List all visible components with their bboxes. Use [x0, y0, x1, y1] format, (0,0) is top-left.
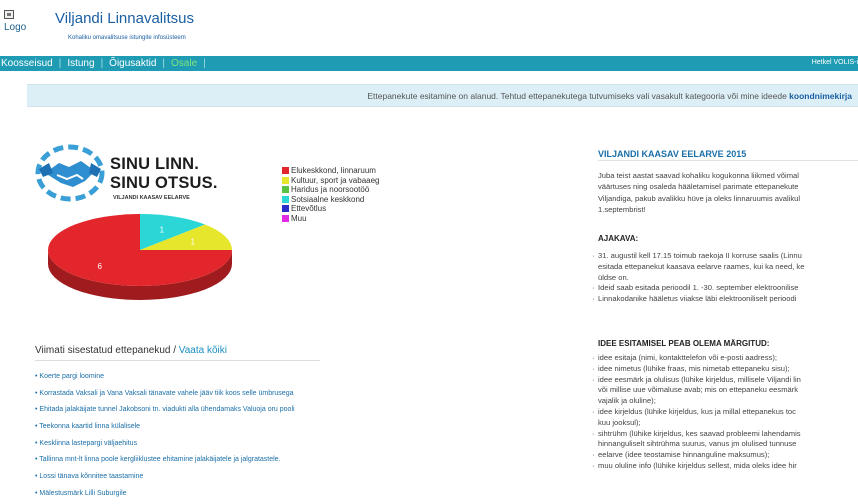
pie-slice-label: 1	[160, 225, 165, 234]
nav-menu: Koosseisud | Istung | Õigusaktid | Osale |	[0, 57, 211, 70]
legend-label: Haridus ja noorsootöö	[291, 185, 370, 194]
legend-item: Elukeskkond, linnaruum	[282, 166, 380, 176]
requirements-item: muu oluline info (lühike kirjeldus selle…	[591, 461, 858, 472]
idea-link[interactable]: Kesklinna lastepargi väljaehitus	[39, 440, 137, 447]
legend-item: Kultuur, sport ja vabaaeg	[282, 176, 380, 186]
schedule-list: 31. augustil kell 17.15 toimub raekoja I…	[591, 251, 858, 305]
schedule-title: AJAKAVA:	[598, 234, 639, 243]
slogan-line1: SINU LINN.	[110, 155, 200, 173]
nav-item--igusaktid[interactable]: Õigusaktid	[108, 58, 157, 69]
requirements-item: vajalik ja oluline);	[598, 396, 656, 406]
idea-list-item[interactable]: • Kesklinna lastepargi väljaehitus	[35, 439, 355, 456]
nav-item-osale[interactable]: Osale	[170, 58, 198, 69]
requirements-item: sihtrühm (lühike kirjeldus, kes saavad p…	[591, 429, 858, 440]
info-panel: VILJANDI KAASAV EELARVE 2015 Juba teist …	[592, 0, 858, 504]
legend-item: Ettevõtlus	[282, 204, 380, 214]
legend-swatch	[282, 167, 289, 175]
idea-link[interactable]: Mälestusmärk Lilli Suburgile	[39, 490, 126, 497]
latest-title-text: Viimati sisestatud ettepanekud /	[35, 345, 179, 356]
paragraph-line: Viljandiga, pakub avalikku hüve ja oleks…	[598, 193, 801, 203]
chart-legend: Elukeskkond, linnaruum Kultuur, sport ja …	[282, 166, 380, 223]
legend-label: Kultuur, sport ja vabaaeg	[291, 175, 380, 185]
legend-swatch	[282, 205, 289, 213]
requirements-item: idee kirjeldus (lühike kirjeldus, kus ja…	[591, 407, 858, 418]
nav-separator: |	[162, 58, 166, 69]
schedule-item: Ideid saab esitada perioodil 1. -30. sep…	[591, 283, 858, 294]
idea-link[interactable]: Tallinna mnt-lt linna poole kergliiklust…	[39, 456, 280, 463]
schedule-item: Linnakodanike hääletus viiakse läbi elek…	[591, 294, 858, 305]
pie-slice-label: 6	[97, 262, 102, 271]
slogan-subtitle: VILJANDI KAASAV EELARVE	[113, 195, 190, 201]
requirements-item: kuu jooksul);	[598, 417, 641, 427]
requirements-item: eelarve (idee teostamise hinnanguline ma…	[591, 450, 858, 461]
requirements-item: või millise uue võimaluse avab; mis on e…	[598, 385, 799, 395]
budget-title: VILJANDI KAASAV EELARVE 2015	[598, 149, 747, 159]
idea-list-item[interactable]: • Korrastada Vaksali ja Vana Vaksali tän…	[35, 389, 355, 406]
legend-label: Sotsiaalne keskkond	[291, 194, 365, 204]
idea-list-item[interactable]: • Teekonna kaartid linna külalisele	[35, 422, 355, 439]
idea-link[interactable]: Lossi tänava kõnnitee taastamine	[39, 473, 143, 480]
legend-label: Elukeskkond, linnaruum	[291, 166, 376, 175]
divider	[35, 360, 320, 361]
view-all-link[interactable]: Vaata kõiki	[179, 345, 227, 356]
paragraph-line: väärtuses ning osaleda hääletamisel pari…	[598, 182, 799, 192]
requirements-item: hinnanguliselt sihtrühma suurus, vanus j…	[598, 439, 797, 449]
pie-slice-label: 1	[190, 238, 195, 247]
idea-list-item[interactable]: • Mälestusmärk Lilli Suburgile	[35, 489, 355, 504]
requirements-item: idee esitaja (nimi, kontakttelefon või e…	[591, 353, 858, 364]
legend-label: Ettevõtlus	[291, 204, 327, 213]
logo-alt-text: Logo	[4, 22, 27, 33]
requirements-item: idee eesmärk ja olulisus (lühike kirjeld…	[591, 375, 858, 386]
schedule-item: esitada ettepanekut kaasava eelarve raam…	[598, 261, 805, 271]
nav-separator: |	[203, 58, 206, 69]
intro-paragraph: Juba teist aastat saavad kohaliku koguko…	[598, 170, 858, 215]
idea-link[interactable]: Ehitada jalakäijate tunnel Jakobsoni tn.…	[39, 406, 294, 413]
broken-image-icon	[4, 10, 14, 19]
latest-submissions-list: • Koerte pargi loomine • Korrastada Vaksa…	[35, 372, 355, 504]
nav-item-koosseisud[interactable]: Koosseisud	[0, 58, 54, 69]
category-pie-chart: 1 1 6	[30, 205, 250, 315]
requirements-title: IDEE ESITAMISEL PEAB OLEMA MÄRGITUD:	[598, 339, 770, 348]
app-title[interactable]: Viljandi Linnavalitsus	[55, 10, 194, 27]
handshake-icon	[35, 144, 105, 202]
idea-link[interactable]: Teekonna kaartid linna külalisele	[39, 423, 140, 430]
idea-list-item[interactable]: • Ehitada jalakäijate tunnel Jakobsoni t…	[35, 405, 355, 422]
idea-list-item[interactable]: • Koerte pargi loomine	[35, 372, 355, 389]
pie-chart-svg: 1 1 6	[48, 214, 232, 300]
legend-swatch	[282, 195, 289, 203]
legend-label: Muu	[291, 213, 307, 223]
latest-submissions-heading: Viimati sisestatud ettepanekud / Vaata k…	[35, 345, 227, 356]
legend-swatch	[282, 214, 289, 222]
legend-swatch	[282, 176, 289, 184]
nav-item-istung[interactable]: Istung	[66, 58, 95, 69]
logo[interactable]: Logo	[4, 10, 34, 38]
idea-link[interactable]: Koerte pargi loomine	[39, 373, 104, 380]
paragraph-line: 1.septembrist!	[598, 204, 646, 214]
app-subtitle: Kohaliku omavalitsuse istungite infosüst…	[68, 35, 186, 41]
divider	[598, 160, 858, 161]
nav-separator: |	[58, 58, 62, 69]
legend-swatch	[282, 186, 289, 194]
idea-list-item[interactable]: • Lossi tänava kõnnitee taastamine	[35, 472, 355, 489]
schedule-item: 31. augustil kell 17.15 toimub raekoja I…	[591, 251, 858, 262]
requirements-item: idee nimetus (lühike fraas, mis nimetab …	[591, 364, 858, 375]
requirements-list: idee esitaja (nimi, kontakttelefon või e…	[591, 353, 858, 472]
slogan-line2: SINU OTSUS.	[110, 174, 218, 192]
legend-item: Muu	[282, 214, 380, 224]
schedule-item: üldse on.	[598, 272, 629, 282]
idea-list-item[interactable]: • Tallinna mnt-lt linna poole kergliiklu…	[35, 455, 355, 472]
legend-item: Haridus ja noorsootöö	[282, 185, 380, 195]
nav-separator: |	[100, 58, 104, 69]
idea-link[interactable]: Korrastada Vaksali ja Vana Vaksali tänav…	[39, 390, 293, 397]
paragraph-line: Juba teist aastat saavad kohaliku koguko…	[598, 171, 799, 180]
campaign-logo: SINU LINN. SINU OTSUS. VILJANDI KAASAV E…	[35, 143, 235, 202]
legend-item: Sotsiaalne keskkond	[282, 195, 380, 205]
